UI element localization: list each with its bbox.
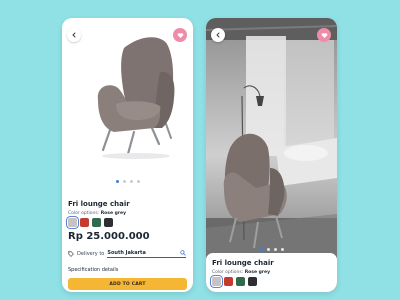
product-lifestyle-screen: Fri lounge chair Color options: Rose gre… (206, 18, 337, 292)
selected-color: Rose grey (100, 211, 126, 216)
carousel-dot[interactable] (259, 248, 263, 251)
chevron-left-icon (216, 32, 220, 38)
swatch-rose-grey[interactable] (212, 277, 221, 286)
carousel-dot[interactable] (122, 180, 126, 183)
selected-color: Rose grey (244, 270, 270, 275)
swatch-black[interactable] (104, 218, 113, 227)
carousel-dot[interactable] (266, 248, 270, 251)
product-screen: Fri lounge chair Color options: Rose gre… (62, 18, 193, 292)
product-info-sheet[interactable]: Fri lounge chair Color options: Rose gre… (206, 253, 337, 292)
carousel-dot[interactable] (273, 248, 277, 251)
delivery-city: South Jakarta (107, 250, 146, 256)
swatch-red[interactable] (80, 218, 89, 227)
delivery-label: Delivery to (77, 251, 105, 257)
delivery-location-field[interactable]: South Jakarta (107, 250, 186, 258)
carousel-dot[interactable] (115, 180, 119, 183)
product-title: Fri lounge chair (212, 259, 274, 267)
color-swatches (68, 218, 113, 227)
heart-icon (321, 32, 327, 38)
back-button[interactable] (211, 28, 225, 42)
delivery-row: Delivery to South Jakarta (68, 249, 186, 259)
swatch-rose-grey[interactable] (68, 218, 77, 227)
product-price: Rp 25.000.000 (68, 231, 150, 242)
swatch-black[interactable] (248, 277, 257, 286)
product-title: Fri lounge chair (68, 200, 130, 208)
carousel-dot[interactable] (136, 180, 140, 183)
image-carousel-dots[interactable] (206, 248, 337, 251)
color-options-label: Color options: (68, 211, 100, 216)
add-to-cart-button[interactable]: ADD TO CART (68, 278, 187, 290)
carousel-dot[interactable] (129, 180, 133, 183)
search-icon[interactable] (180, 250, 186, 256)
color-options: Color options: Rose grey (68, 211, 126, 216)
product-info: Fri lounge chair Color options: Rose gre… (62, 188, 193, 292)
image-carousel-dots[interactable] (62, 180, 193, 183)
color-options: Color options: Rose grey (212, 270, 270, 275)
favorite-button[interactable] (317, 28, 331, 42)
tag-icon (68, 251, 74, 257)
carousel-dot[interactable] (280, 248, 284, 251)
color-options-label: Color options: (212, 270, 244, 275)
swatch-green[interactable] (236, 277, 245, 286)
color-swatches (212, 277, 257, 286)
swatch-green[interactable] (92, 218, 101, 227)
swatch-red[interactable] (224, 277, 233, 286)
product-image[interactable] (70, 32, 188, 164)
specification-details-link[interactable]: Specification details (68, 267, 118, 273)
